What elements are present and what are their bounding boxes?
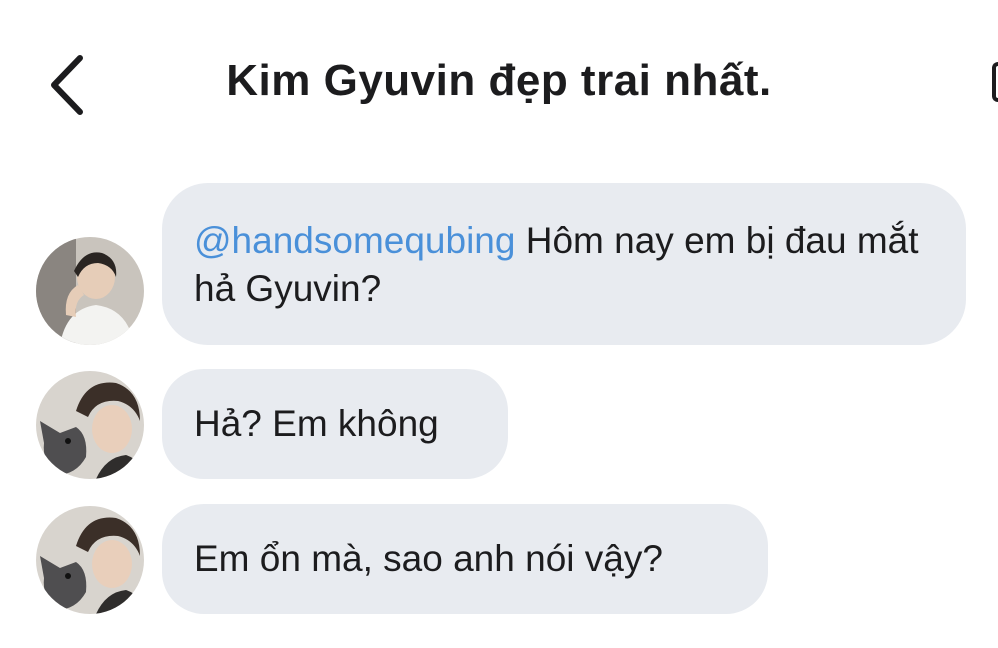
compose-icon[interactable] bbox=[992, 62, 998, 102]
message-bubble[interactable]: @handsomequbing Hôm nay em bị đau mắt hả… bbox=[162, 183, 966, 345]
message-row: Hả? Em không bbox=[0, 369, 998, 479]
avatar[interactable] bbox=[36, 371, 144, 479]
avatar[interactable] bbox=[36, 237, 144, 345]
conversation-header: Kim Gyuvin đẹp trai nhất. bbox=[0, 0, 998, 170]
message-bubble[interactable]: Em ổn mà, sao anh nói vậy? bbox=[162, 504, 768, 614]
message-text: Hả? Em không bbox=[194, 403, 439, 444]
avatar-photo bbox=[36, 371, 144, 479]
avatar-photo bbox=[36, 506, 144, 614]
mention-link[interactable]: @handsomequbing bbox=[194, 220, 515, 261]
message-row: @handsomequbing Hôm nay em bị đau mắt hả… bbox=[0, 183, 998, 345]
message-bubble[interactable]: Hả? Em không bbox=[162, 369, 508, 479]
avatar-photo bbox=[36, 237, 144, 345]
message-text: Em ổn mà, sao anh nói vậy? bbox=[194, 538, 663, 579]
avatar[interactable] bbox=[36, 506, 144, 614]
message-row: Em ổn mà, sao anh nói vậy? bbox=[0, 504, 998, 614]
conversation-title: Kim Gyuvin đẹp trai nhất. bbox=[226, 56, 772, 105]
